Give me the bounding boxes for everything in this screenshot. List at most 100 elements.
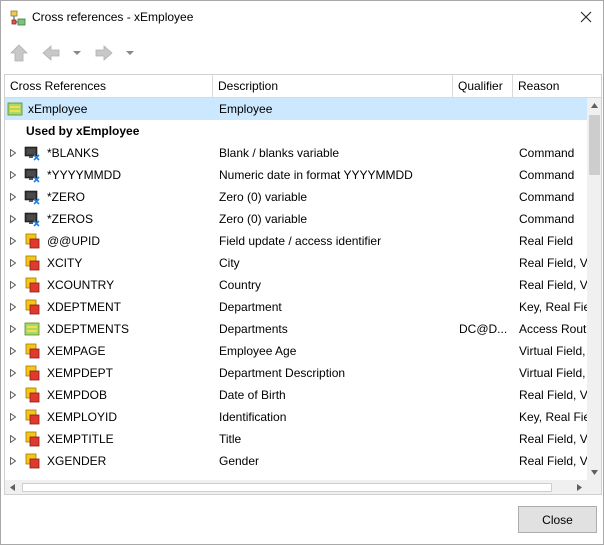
table-row[interactable]: XEMPTITLE Title Real Field, Va — [5, 428, 587, 450]
system-variable-icon — [24, 190, 40, 205]
expand-triangle-icon[interactable] — [10, 347, 16, 355]
row-qualifier — [459, 340, 513, 362]
row-qualifier — [459, 186, 513, 208]
expand-triangle-icon[interactable] — [10, 457, 16, 465]
row-reason: Command — [519, 190, 575, 204]
row-description: Department — [219, 300, 282, 314]
expand-triangle-icon[interactable] — [10, 303, 16, 311]
field-icon — [25, 431, 40, 447]
table-row[interactable]: *YYYYMMDD Numeric date in format YYYYMMDD… — [5, 164, 587, 186]
forward-arrow-icon[interactable] — [93, 42, 115, 64]
row-reason: Virtual Field, — [519, 344, 586, 358]
table-row[interactable]: XGENDER Gender Real Field, Va — [5, 450, 587, 472]
table-row[interactable]: @@UPID Field update / access identifier Re… — [5, 230, 587, 252]
row-description: Departments — [219, 322, 288, 336]
forward-history-dropdown-icon[interactable] — [125, 49, 135, 57]
home-icon[interactable] — [8, 42, 30, 64]
horizontal-scroll-thumb[interactable] — [22, 483, 552, 492]
horizontal-scrollbar[interactable] — [5, 480, 587, 494]
row-description: Employee Age — [219, 344, 297, 358]
row-description: Country — [219, 278, 262, 292]
table-row[interactable]: XDEPTMENT Department Key, Real Fie — [5, 296, 587, 318]
row-description: Gender — [219, 454, 260, 468]
table-row[interactable]: *ZERO Zero (0) variable Command — [5, 186, 587, 208]
expand-triangle-icon[interactable] — [10, 237, 16, 245]
table-row[interactable]: XEMPDOB Date of Birth Real Field, Va — [5, 384, 587, 406]
back-history-dropdown-icon[interactable] — [72, 49, 82, 57]
row-description: Zero (0) variable — [219, 212, 308, 226]
table-row[interactable]: XCOUNTRY Country Real Field, Va — [5, 274, 587, 296]
scroll-up-arrow-icon[interactable] — [587, 98, 601, 113]
expand-triangle-icon[interactable] — [10, 413, 16, 421]
row-description: Title — [219, 432, 242, 446]
close-button[interactable]: Close — [518, 506, 597, 533]
row-qualifier: DC@D... — [459, 322, 508, 336]
row-name: XEMPAGE — [47, 344, 106, 358]
table-row[interactable]: *ZEROS Zero (0) variable Command — [5, 208, 587, 230]
system-variable-icon — [24, 168, 40, 183]
scroll-right-arrow-icon[interactable] — [572, 480, 587, 494]
row-reason: Real Field — [519, 234, 574, 248]
table-row[interactable]: XCITY City Real Field, Va — [5, 252, 587, 274]
scroll-down-arrow-icon[interactable] — [587, 465, 601, 480]
root-name: xEmployee — [28, 102, 88, 116]
cross-reference-icon — [10, 10, 26, 26]
field-icon — [25, 343, 40, 359]
row-name: XCOUNTRY — [47, 278, 115, 292]
row-qualifier — [459, 164, 513, 186]
system-variable-icon — [24, 146, 40, 161]
close-icon[interactable] — [577, 8, 595, 26]
table-row[interactable]: XEMPAGE Employee Age Virtual Field, — [5, 340, 587, 362]
row-description: Zero (0) variable — [219, 190, 308, 204]
table-row[interactable]: *BLANKS Blank / blanks variable Command — [5, 142, 587, 164]
row-reason: Key, Real Fie — [519, 300, 587, 314]
table-row[interactable]: XDEPTMENTS Departments DC@D... Access Rout. — [5, 318, 587, 340]
column-header-description[interactable]: Description — [213, 75, 453, 98]
row-qualifier — [459, 252, 513, 274]
root-row[interactable]: xEmployee Employee — [5, 98, 587, 120]
expand-triangle-icon[interactable] — [10, 325, 16, 333]
expand-triangle-icon[interactable] — [10, 391, 16, 399]
expand-triangle-icon[interactable] — [10, 215, 16, 223]
column-header-reason[interactable]: Reason — [513, 75, 601, 98]
window-title: Cross references - xEmployee — [32, 10, 194, 24]
table-row[interactable]: XEMPDEPT Department Description Virtual Fi… — [5, 362, 587, 384]
row-reason: Key, Real Fie — [519, 410, 587, 424]
row-reason: Real Field, Va — [519, 256, 587, 270]
row-reason: Access Rout. — [519, 322, 587, 336]
row-qualifier — [459, 230, 513, 252]
row-reason: Command — [519, 168, 575, 182]
row-name: XEMPDOB — [47, 388, 108, 402]
row-reason: Command — [519, 212, 575, 226]
row-name: XEMPLOYID — [47, 410, 118, 424]
expand-triangle-icon[interactable] — [10, 281, 16, 289]
group-row: Used by xEmployee — [5, 120, 587, 142]
column-header-qualifier[interactable]: Qualifier — [453, 75, 513, 98]
scroll-left-arrow-icon[interactable] — [5, 480, 20, 494]
navigation-toolbar — [1, 35, 603, 71]
file-icon — [7, 102, 23, 116]
row-reason: Real Field, Va — [519, 278, 587, 292]
back-arrow-icon[interactable] — [40, 42, 62, 64]
expand-triangle-icon[interactable] — [10, 435, 16, 443]
expand-triangle-icon[interactable] — [10, 259, 16, 267]
row-qualifier — [459, 450, 513, 472]
row-name: *ZEROS — [47, 212, 94, 226]
expand-triangle-icon[interactable] — [10, 369, 16, 377]
table-row[interactable]: XEMPLOYID Identification Key, Real Fie — [5, 406, 587, 428]
row-description: Blank / blanks variable — [219, 146, 340, 160]
expand-triangle-icon[interactable] — [10, 171, 16, 179]
field-icon — [25, 387, 40, 403]
row-qualifier — [459, 208, 513, 230]
expand-triangle-icon[interactable] — [10, 149, 16, 157]
row-description: Department Description — [219, 366, 346, 380]
row-description: City — [219, 256, 240, 270]
row-name: @@UPID — [47, 234, 101, 248]
vertical-scroll-thumb[interactable] — [589, 115, 600, 175]
vertical-scrollbar[interactable] — [587, 98, 601, 480]
row-reason: Virtual Field, — [519, 366, 586, 380]
row-reason: Real Field, Va — [519, 388, 587, 402]
expand-triangle-icon[interactable] — [10, 193, 16, 201]
column-header-cross-references[interactable]: Cross References — [5, 75, 213, 98]
row-qualifier — [459, 296, 513, 318]
